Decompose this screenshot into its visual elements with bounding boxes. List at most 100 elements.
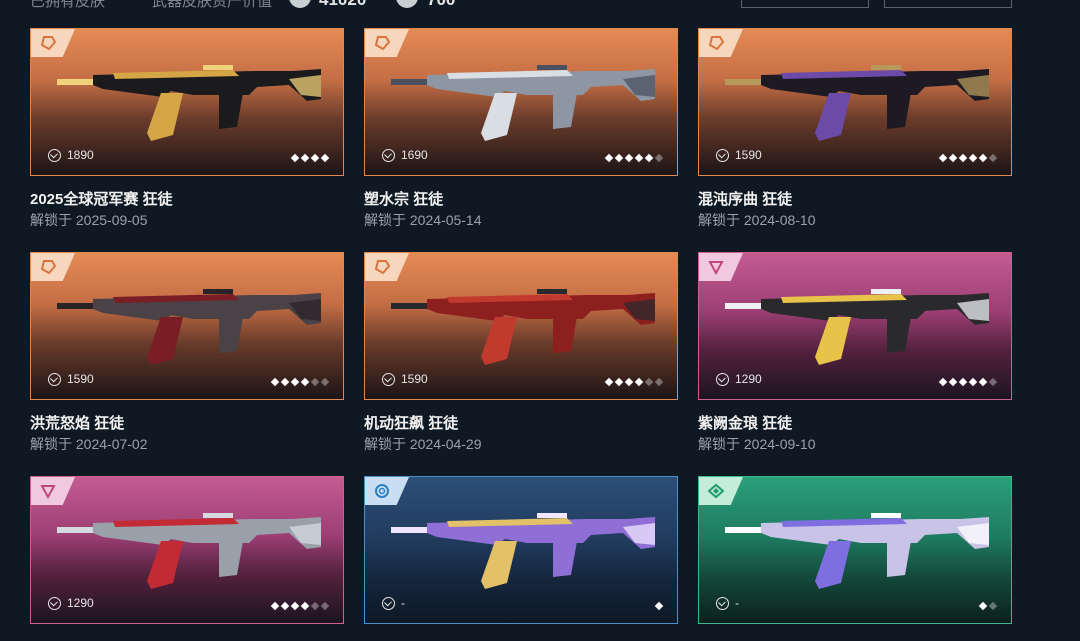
price-value: -	[735, 596, 739, 610]
variant-dot	[938, 153, 948, 163]
variant-dot	[988, 377, 998, 387]
price-tag: 1590	[48, 372, 94, 386]
weapon-image	[43, 49, 333, 149]
skin-tile[interactable]: 1290	[698, 252, 1012, 400]
weapon-image	[377, 273, 667, 373]
vp-icon	[48, 372, 61, 386]
variant-dots	[938, 377, 998, 387]
variant-dot	[270, 377, 280, 387]
variant-dot	[654, 153, 664, 163]
skin-name: 混沌序曲 狂徒	[698, 191, 793, 208]
price-tag: 1890	[48, 148, 94, 162]
skin-value-label: 武器皮肤资产价值	[152, 0, 273, 10]
vp-icon	[48, 148, 61, 162]
variant-dot	[290, 601, 300, 611]
price-value: 1290	[67, 596, 94, 610]
variant-dots	[604, 377, 664, 387]
weapon-image	[43, 273, 333, 373]
weapon-image	[377, 49, 667, 149]
filter-button[interactable]	[741, 0, 869, 8]
variant-dot	[270, 601, 280, 611]
variant-dots	[978, 601, 998, 611]
skin-tile[interactable]: 1690	[364, 28, 678, 176]
variant-dots	[654, 601, 664, 611]
variant-dot	[300, 153, 310, 163]
variant-dot	[988, 601, 998, 611]
unlock-date: 解锁于 2024-08-10	[698, 212, 816, 228]
variant-dots	[270, 601, 330, 611]
price-tag: 1590	[382, 372, 428, 386]
vp-currency-icon	[396, 0, 418, 8]
weapon-image	[43, 497, 333, 597]
skin-name: 洪荒怒焰 狂徒	[30, 415, 125, 432]
price-tag: 1590	[716, 148, 762, 162]
unlock-date: 解锁于 2024-05-14	[364, 212, 482, 228]
variant-dot	[320, 153, 330, 163]
variant-dot	[300, 601, 310, 611]
variant-dot	[624, 153, 634, 163]
skin-tile[interactable]: 1590	[30, 252, 344, 400]
skin-name: 机动狂飙 狂徒	[364, 415, 459, 432]
vp-icon	[382, 148, 395, 162]
skin-tile[interactable]: 1590	[698, 28, 1012, 176]
variant-dot	[280, 377, 290, 387]
vp-icon	[48, 596, 61, 610]
unlock-date: 解锁于 2024-04-29	[364, 436, 482, 452]
variant-dots	[290, 153, 330, 163]
variant-dot	[644, 377, 654, 387]
price-tag: 1290	[48, 596, 94, 610]
variant-dot	[290, 377, 300, 387]
variant-dot	[948, 153, 958, 163]
vp-icon	[382, 596, 395, 610]
vp-icon	[716, 372, 729, 386]
sort-button[interactable]	[884, 0, 1012, 8]
points-value: 41020	[319, 0, 366, 10]
variant-dot	[978, 601, 988, 611]
weapon-image	[711, 497, 1001, 597]
radianite-icon	[289, 0, 311, 8]
variant-dot	[310, 377, 320, 387]
skin-tile[interactable]: 1290	[30, 476, 344, 624]
variant-dot	[634, 377, 644, 387]
variant-dot	[280, 601, 290, 611]
skin-tile[interactable]: -	[698, 476, 1012, 624]
vp-value: 700	[427, 0, 455, 10]
price-value: 1690	[401, 148, 428, 162]
variant-dot	[614, 153, 624, 163]
variant-dot	[978, 377, 988, 387]
vp-icon	[716, 148, 729, 162]
variant-dot	[624, 377, 634, 387]
unlock-date: 解锁于 2025-09-05	[30, 212, 148, 228]
variant-dot	[604, 377, 614, 387]
variant-dot	[958, 153, 968, 163]
skin-tile[interactable]: -	[364, 476, 678, 624]
owned-skins-label: 已拥有皮肤	[30, 0, 106, 10]
skin-tile[interactable]: 1590	[364, 252, 678, 400]
skin-name: 2025全球冠军赛 狂徒	[30, 191, 173, 208]
variant-dot	[634, 153, 644, 163]
price-tag: -	[382, 596, 405, 610]
weapon-image	[711, 273, 1001, 373]
variant-dot	[320, 377, 330, 387]
variant-dot	[968, 377, 978, 387]
variant-dot	[644, 153, 654, 163]
skin-name: 紫阙金琅 狂徒	[698, 415, 793, 432]
variant-dots	[938, 153, 998, 163]
skin-name: 塑水宗 狂徒	[364, 191, 444, 208]
variant-dots	[270, 377, 330, 387]
variant-dot	[654, 377, 664, 387]
variant-dot	[614, 377, 624, 387]
weapon-image	[377, 497, 667, 597]
vp-icon	[716, 596, 729, 610]
skin-tile[interactable]: 1890	[30, 28, 344, 176]
price-value: 1290	[735, 372, 762, 386]
unlock-date: 解锁于 2024-07-02	[30, 436, 148, 452]
variant-dot	[978, 153, 988, 163]
variant-dot	[938, 377, 948, 387]
variant-dot	[988, 153, 998, 163]
variant-dot	[310, 601, 320, 611]
unlock-date: 解锁于 2024-09-10	[698, 436, 816, 452]
price-value: 1590	[401, 372, 428, 386]
price-tag: 1690	[382, 148, 428, 162]
variant-dot	[604, 153, 614, 163]
